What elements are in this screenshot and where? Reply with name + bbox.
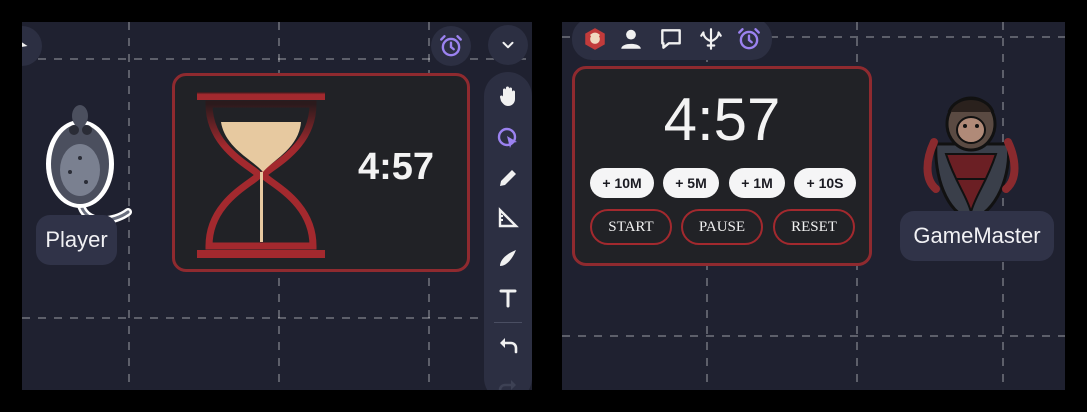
hand-icon[interactable] [496,84,520,108]
gamemaster-view: 4:57 + 10M + 5M + 1M + 10S START PAUSE R… [562,22,1065,390]
chat-icon[interactable] [658,26,684,52]
drawing-toolbar [484,72,532,390]
pointer-icon [22,42,28,47]
digital-timer-card: 4:57 + 10M + 5M + 1M + 10S START PAUSE R… [572,66,872,266]
undo-icon[interactable] [496,334,520,358]
gamemaster-token[interactable] [916,84,1026,224]
hourglass-timer-card[interactable]: 4:57 [172,73,470,272]
reset-button[interactable]: RESET [773,209,855,245]
extension-top-bar [572,22,772,60]
brush-icon[interactable] [496,246,520,270]
player-view: Player 4:57 [22,22,532,390]
player-name: Player [45,227,108,252]
pause-button[interactable]: PAUSE [681,209,763,245]
chevron-down-icon [502,41,514,49]
add-10-seconds-button[interactable]: + 10S [794,168,856,198]
player-rat-token[interactable] [40,102,132,232]
collapse-button[interactable] [488,25,528,65]
pointer-icon[interactable] [496,126,520,150]
pencil-icon[interactable] [496,166,520,190]
ruler-icon[interactable] [496,206,520,230]
player-name-tag: Player [36,215,117,265]
user-icon[interactable] [618,26,644,52]
text-icon[interactable] [496,286,520,310]
trident-icon[interactable] [698,26,724,52]
toolbar-divider [494,322,522,323]
start-button[interactable]: START [590,209,672,245]
alarm-clock-icon[interactable] [736,26,762,52]
gamemaster-name-tag: GameMaster [900,211,1054,261]
hourglass-time: 4:57 [357,146,434,188]
hourglass-icon [197,92,325,258]
gamemaster-name: GameMaster [913,223,1041,248]
pointer-tool-button[interactable] [22,26,42,66]
add-5-minutes-button[interactable]: + 5M [663,168,719,198]
add-1-minute-button[interactable]: + 1M [729,168,785,198]
digital-time: 4:57 [663,86,781,153]
extension-logo-icon[interactable] [582,26,608,52]
redo-icon[interactable] [496,376,520,390]
add-10-minutes-button[interactable]: + 10M [590,168,654,198]
alarm-button[interactable] [431,26,471,66]
alarm-clock-icon [440,35,462,57]
